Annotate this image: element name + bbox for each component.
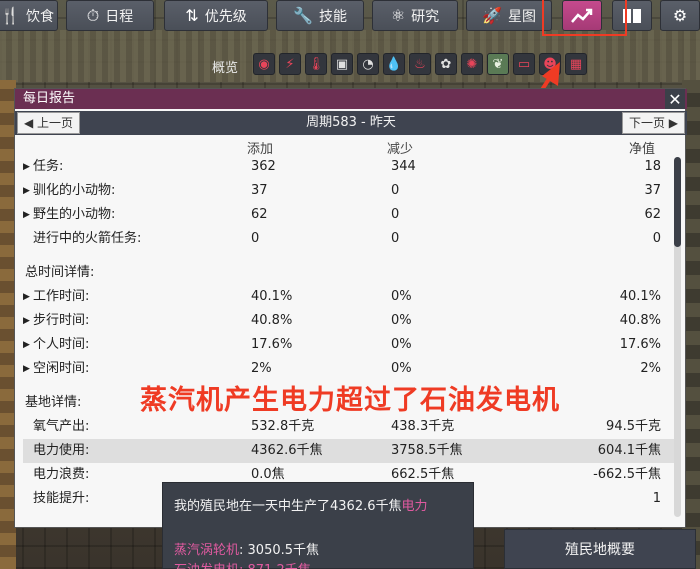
temperature-overlay-icon[interactable]: 🌡 xyxy=(305,53,327,75)
report-table: ▶ 任务: 362 344 18 ▶ 驯化的小动物: 37 0 37 ▶ 野生的… xyxy=(23,155,675,511)
table-row[interactable]: ▶ 野生的小动物: 62 0 62 xyxy=(23,203,675,227)
panel-title: 每日报告 xyxy=(15,89,687,109)
gas-plumbing-overlay-icon[interactable]: ♨ xyxy=(409,53,431,75)
table-row[interactable]: ▶ 驯化的小动物: 37 0 37 xyxy=(23,179,675,203)
section-title-time: 总时间详情: xyxy=(25,265,95,280)
power-overlay-icon[interactable]: ⚡ xyxy=(279,53,301,75)
report-period: 周期583 - 昨天 xyxy=(306,115,396,130)
expand-triangle-icon[interactable]: ▶ xyxy=(23,357,30,381)
food-icon: 🍴 xyxy=(0,6,20,25)
table-row-hovered[interactable]: 电力使用: 4362.6千焦 3758.5千焦 604.1千焦 xyxy=(23,439,675,463)
power-usage-tooltip: 我的殖民地在一天中生产了4362.6千焦电力 蒸汽涡轮机: 3050.5千焦 石… xyxy=(162,482,474,569)
report-nav-bar: ◀ 上一页 周期583 - 昨天 下一页 ▶ xyxy=(15,111,687,135)
materials-overlay-icon[interactable]: ▣ xyxy=(331,53,353,75)
toolbar-research-button[interactable]: ⚛ 研究 xyxy=(372,0,458,31)
stopwatch-icon: ⏱ xyxy=(86,5,100,25)
annotation-highlight-box xyxy=(542,0,627,36)
close-button[interactable]: ✕ xyxy=(665,89,685,109)
expand-triangle-icon[interactable]: ▶ xyxy=(23,333,30,357)
toolbar-skills-button[interactable]: 🔧 技能 xyxy=(276,0,364,31)
toolbar-consumables-button[interactable]: 🍴 饮食 xyxy=(0,0,58,31)
report-scrollbar[interactable] xyxy=(674,157,681,517)
table-row[interactable]: ▶ 个人时间: 17.6% 0% 17.6% xyxy=(23,333,675,357)
close-icon: ✕ xyxy=(668,89,682,109)
tooltip-steam-turbine: 蒸汽涡轮机: 3050.5千焦 xyxy=(174,543,320,558)
colony-summary-button[interactable]: 殖民地概要 xyxy=(504,529,696,569)
expand-triangle-icon[interactable]: ▶ xyxy=(23,155,30,179)
tooltip-summary: 我的殖民地在一天中生产了4362.6千焦电力 xyxy=(174,499,428,514)
toolbar-starmap-button[interactable]: 🚀 星图 xyxy=(466,0,552,31)
table-row[interactable]: 氧气产出: 532.8千克 438.3千克 94.5千克 xyxy=(23,415,675,439)
light-overlay-icon[interactable]: ◔ xyxy=(357,53,379,75)
farming-overlay-icon[interactable]: ✿ xyxy=(435,53,457,75)
toolbar-schedule-button[interactable]: ⏱ 日程 xyxy=(66,0,154,31)
column-headers: 添加 减少 净值 xyxy=(15,138,687,157)
expand-triangle-icon[interactable]: ▶ xyxy=(23,309,30,333)
settings-gear-icon: ⚙ xyxy=(672,6,688,25)
toolbar-priorities-button[interactable]: ⇅ 优先级 xyxy=(164,0,268,31)
expand-triangle-icon[interactable]: ▶ xyxy=(23,285,30,309)
atom-icon: ⚛ xyxy=(390,6,406,25)
expand-triangle-icon[interactable]: ▶ xyxy=(23,179,30,203)
wrench-icon: 🔧 xyxy=(293,6,313,25)
table-row: 进行中的火箭任务: 0 0 0 xyxy=(33,231,661,246)
rocket-icon: 🚀 xyxy=(482,6,502,25)
toolbar-settings-button[interactable]: ⚙ xyxy=(660,0,700,31)
table-row[interactable]: ▶ 任务: 362 344 18 xyxy=(23,155,675,179)
table-row[interactable]: ▶ 步行时间: 40.8% 0% 40.8% xyxy=(23,309,675,333)
overview-label: 概览 xyxy=(212,61,239,76)
annotation-text: 蒸汽机产生电力超过了石油发电机 xyxy=(140,385,560,416)
oxygen-overlay-icon[interactable]: ◉ xyxy=(253,53,275,75)
scrollbar-thumb[interactable] xyxy=(674,157,681,247)
expand-triangle-icon[interactable]: ▶ xyxy=(23,203,30,227)
liquid-plumbing-overlay-icon[interactable]: 💧 xyxy=(383,53,405,75)
next-page-button[interactable]: 下一页 ▶ xyxy=(621,112,685,134)
daily-report-panel: 每日报告 ✕ ◀ 上一页 周期583 - 昨天 下一页 ▶ 添加 减少 净值 ▶… xyxy=(14,88,687,528)
table-row[interactable]: ▶ 工作时间: 40.1% 0% 40.1% xyxy=(23,285,675,309)
priority-icon: ⇅ xyxy=(185,6,199,25)
tooltip-petroleum-generator: 石油发电机: 871.2千焦 xyxy=(174,559,311,569)
